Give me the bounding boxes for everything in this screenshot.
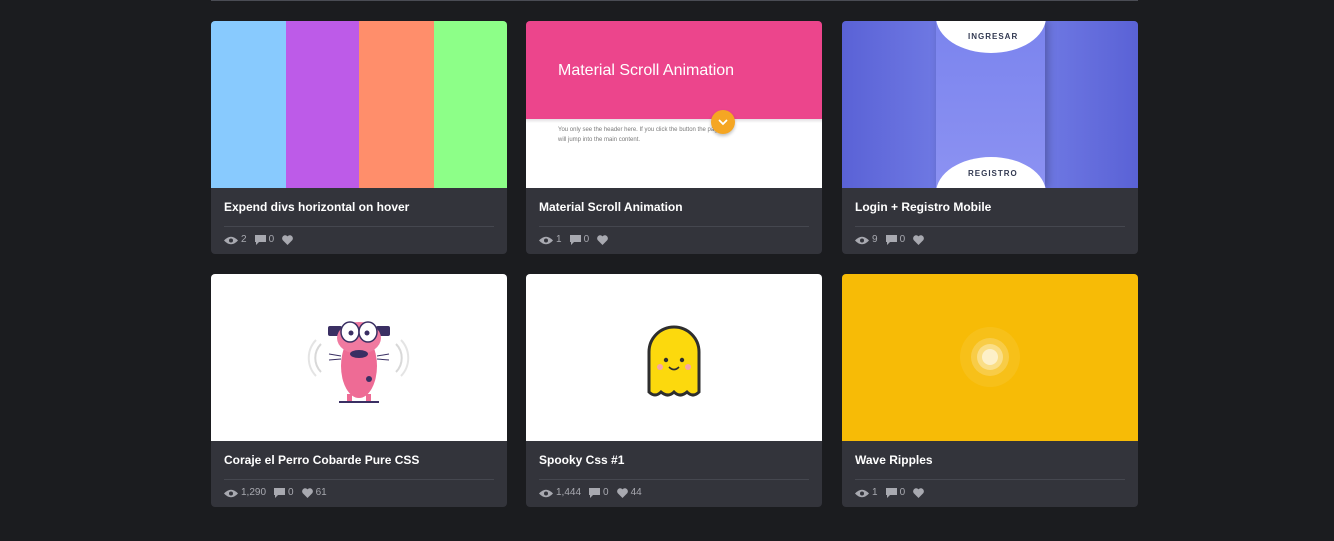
comment-icon: [274, 488, 286, 498]
comments-stat[interactable]: 0: [254, 234, 275, 246]
scroll-down-button: [711, 110, 735, 134]
card-divider: [539, 479, 809, 480]
views-stat[interactable]: 1,290: [224, 487, 266, 499]
comments-stat[interactable]: 0: [274, 487, 294, 499]
pen-preview[interactable]: [526, 274, 822, 441]
pen-title[interactable]: Wave Ripples: [855, 453, 1127, 467]
pen-card[interactable]: Expend divs horizontal on hover 2 0: [211, 21, 507, 254]
pen-stats: 9 0: [855, 234, 935, 246]
preview-heading: Material Scroll Animation: [558, 62, 735, 79]
eye-icon: [855, 236, 869, 244]
courage-dog-illustration: [307, 321, 410, 403]
pen-card[interactable]: Coraje el Perro Cobarde Pure CSS 1,290 0…: [211, 274, 507, 507]
views-count: 9: [872, 234, 878, 245]
pen-title[interactable]: Spooky Css #1: [539, 453, 811, 467]
comments-count: 0: [583, 234, 590, 245]
views-count: 1: [872, 487, 878, 498]
comment-icon: [589, 488, 601, 498]
comments-count: 0: [899, 234, 906, 245]
pen-stats: 2 0: [224, 234, 304, 246]
likes-stat[interactable]: 61: [301, 487, 327, 499]
eye-icon: [539, 236, 553, 244]
comments-count: 0: [268, 234, 275, 245]
ripple-illustration: [960, 327, 1020, 387]
pen-title[interactable]: Expend divs horizontal on hover: [224, 200, 496, 214]
card-divider: [539, 226, 809, 227]
heart-icon: [301, 488, 313, 498]
likes-count: 44: [630, 487, 642, 498]
likes-stat[interactable]: [913, 235, 927, 245]
views-count: 1,444: [556, 487, 582, 498]
comment-icon: [885, 235, 897, 245]
preview-shadow: [526, 119, 822, 123]
pen-title[interactable]: Login + Registro Mobile: [855, 200, 1127, 214]
pen-stats: 1 0: [539, 234, 619, 246]
eye-icon: [539, 489, 553, 497]
comments-stat[interactable]: 0: [569, 234, 590, 246]
comments-stat[interactable]: 0: [885, 487, 906, 499]
eye-icon: [855, 489, 869, 497]
comments-stat[interactable]: 0: [885, 234, 906, 246]
card-divider: [855, 226, 1125, 227]
pen-card[interactable]: Wave Ripples 1 0: [842, 274, 1138, 507]
pen-card[interactable]: INGRESAR REGISTRO Login + Registro Mobil…: [842, 21, 1138, 254]
ghost-illustration: [647, 325, 701, 397]
preview-text: You only see the header here. If you cli…: [558, 127, 721, 143]
stripe-green: [434, 21, 507, 188]
pen-preview[interactable]: [211, 274, 507, 441]
stripe-blue: [211, 21, 286, 188]
heart-icon: [282, 235, 293, 245]
stripe-purple: [286, 21, 359, 188]
heart-icon: [913, 488, 924, 498]
login-label: INGRESAR: [968, 32, 1019, 41]
likes-count: 61: [315, 487, 327, 498]
pen-preview[interactable]: [211, 21, 507, 188]
stripe-orange: [359, 21, 434, 188]
comment-icon: [254, 235, 266, 245]
card-divider: [855, 479, 1125, 480]
comment-icon: [569, 235, 581, 245]
likes-stat[interactable]: [597, 235, 611, 245]
pen-stats: 1 0: [855, 487, 935, 499]
chevron-down-icon: [718, 119, 728, 126]
register-label: REGISTRO: [968, 169, 1018, 178]
heart-icon: [913, 235, 924, 245]
pen-stats: 1,444 0 44: [539, 487, 650, 499]
comments-stat[interactable]: 0: [589, 487, 609, 499]
card-divider: [224, 479, 494, 480]
pen-card[interactable]: Material Scroll Animation You only see t…: [526, 21, 822, 254]
pen-preview[interactable]: INGRESAR REGISTRO: [842, 21, 1138, 188]
divider: [211, 0, 1138, 1]
eye-icon: [224, 236, 238, 244]
views-stat[interactable]: 9: [855, 234, 878, 246]
card-divider: [224, 226, 494, 227]
pen-preview[interactable]: Material Scroll Animation You only see t…: [526, 21, 822, 188]
likes-stat[interactable]: [913, 488, 927, 498]
heart-icon: [616, 488, 628, 498]
heart-icon: [597, 235, 608, 245]
pen-title[interactable]: Material Scroll Animation: [539, 200, 811, 214]
views-count: 1,290: [241, 487, 267, 498]
views-count: 1: [556, 234, 562, 245]
comments-count: 0: [899, 487, 906, 498]
views-count: 2: [241, 234, 247, 245]
pen-stats: 1,290 0 61: [224, 487, 335, 499]
comment-icon: [885, 488, 897, 498]
views-stat[interactable]: 1: [539, 234, 562, 246]
pen-preview[interactable]: [842, 274, 1138, 441]
likes-stat[interactable]: [282, 235, 296, 245]
pen-title[interactable]: Coraje el Perro Cobarde Pure CSS: [224, 453, 496, 467]
views-stat[interactable]: 1: [855, 487, 878, 499]
pen-card[interactable]: Spooky Css #1 1,444 0 44: [526, 274, 822, 507]
views-stat[interactable]: 1,444: [539, 487, 581, 499]
eye-icon: [224, 489, 238, 497]
likes-stat[interactable]: 44: [616, 487, 642, 499]
views-stat[interactable]: 2: [224, 234, 247, 246]
comments-count: 0: [288, 487, 294, 498]
comments-count: 0: [603, 487, 609, 498]
